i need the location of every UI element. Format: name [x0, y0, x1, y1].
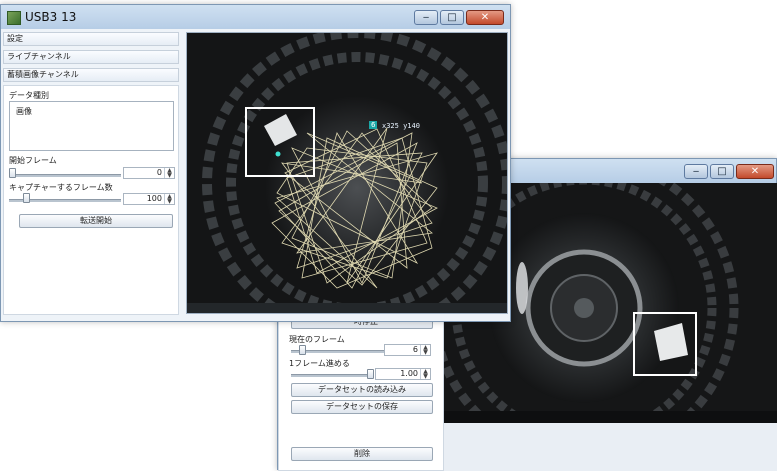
start-frame-slider-thumb[interactable]: [9, 168, 16, 178]
maximize-button[interactable]: □: [710, 164, 734, 179]
camera-view[interactable]: 6 x325 y140: [186, 32, 508, 314]
close-button[interactable]: ✕: [736, 164, 774, 179]
step-value: 1.00: [400, 369, 418, 378]
app-icon: [7, 11, 21, 25]
close-button[interactable]: ✕: [466, 10, 504, 25]
playback-status-area: [444, 423, 777, 471]
list-item[interactable]: 画像: [16, 106, 32, 117]
main-window: USB3 13 ‒ □ ✕ 設定 ライブチャンネル 蓄積画像チャンネル データ種…: [0, 4, 511, 322]
step-slider[interactable]: [291, 374, 371, 377]
maximize-button[interactable]: □: [440, 10, 464, 25]
main-caption-buttons: ‒ □ ✕: [414, 10, 504, 26]
spin-arrows-icon[interactable]: ▲ ▼: [420, 345, 430, 356]
minimize-button[interactable]: ‒: [414, 10, 438, 25]
tracker-id-badge: 6: [369, 121, 378, 129]
start-frame-label: 開始フレーム: [9, 156, 57, 165]
current-frame-slider-thumb[interactable]: [299, 345, 306, 355]
capture-count-value: 100: [146, 194, 162, 203]
main-titlebar: USB3 13 ‒ □ ✕: [1, 5, 510, 29]
start-frame-slider[interactable]: [9, 174, 121, 177]
load-dataset-button[interactable]: データセットの読み込み: [291, 383, 433, 397]
step-slider-thumb[interactable]: [367, 369, 374, 379]
data-type-label: データ種別: [9, 91, 49, 100]
section-settings[interactable]: 設定: [3, 32, 179, 46]
window-title: USB3 13: [25, 10, 77, 24]
start-frame-value: 0: [156, 168, 162, 177]
spin-arrows-icon[interactable]: ▲ ▼: [164, 168, 174, 179]
camera-frame-image: [187, 33, 507, 313]
step-spinbox[interactable]: 1.00 ▲ ▼: [375, 368, 431, 380]
capture-count-label: キャプチャーするフレーム数: [9, 183, 113, 192]
minimize-button[interactable]: ‒: [684, 164, 708, 179]
playback-caption-buttons: ‒ □ ✕: [684, 164, 774, 180]
section-stored-image-channel[interactable]: 蓄積画像チャンネル: [3, 68, 179, 82]
transfer-start-button[interactable]: 転送開始: [19, 214, 173, 228]
spin-arrows-icon[interactable]: ▲ ▼: [420, 369, 430, 380]
step-frame-label: 1フレーム進める: [289, 359, 350, 368]
data-type-list[interactable]: 画像: [9, 101, 174, 151]
current-frame-spinbox[interactable]: 6 ▲ ▼: [384, 344, 431, 356]
current-frame-label: 現在のフレーム: [289, 335, 345, 344]
start-frame-spinbox[interactable]: 0 ▲ ▼: [123, 167, 175, 179]
section-live-channel[interactable]: ライブチャンネル: [3, 50, 179, 64]
current-frame-value: 6: [412, 345, 418, 354]
spin-arrows-icon[interactable]: ▲ ▼: [164, 194, 174, 205]
tracker-coordinates: x325 y140: [382, 122, 420, 130]
save-dataset-button[interactable]: データセットの保存: [291, 400, 433, 414]
capture-count-slider-thumb[interactable]: [23, 193, 30, 203]
delete-button[interactable]: 削除: [291, 447, 433, 461]
capture-count-spinbox[interactable]: 100 ▲ ▼: [123, 193, 175, 205]
